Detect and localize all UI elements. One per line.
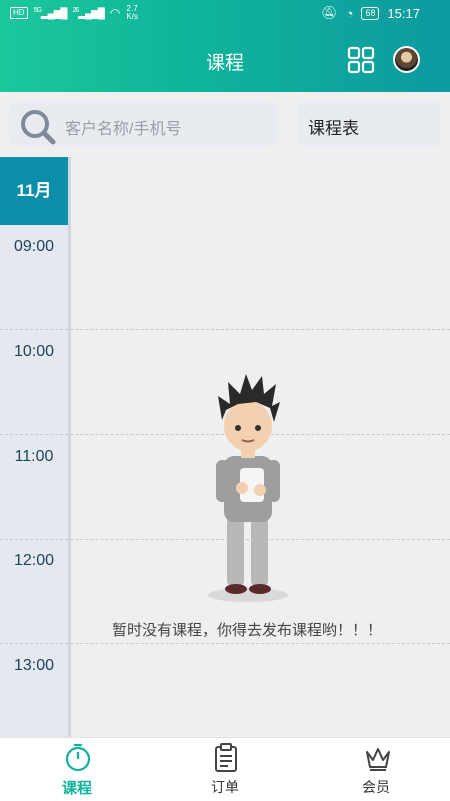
tab-label: 会员 xyxy=(362,779,390,795)
course-icon xyxy=(65,743,91,772)
signal-icon: 5G▂▄▆█ xyxy=(33,6,68,20)
order-icon xyxy=(215,743,237,772)
signal-icon-2: 26▂▄▆█ xyxy=(72,6,104,20)
schedule-button-label: 课程表 xyxy=(308,119,359,138)
time-label: 09:00 xyxy=(13,238,55,255)
hour-divider xyxy=(0,329,450,330)
status-time: 15:17 xyxy=(387,5,420,21)
tab-member[interactable]: 会员 xyxy=(326,738,426,801)
search-placeholder: 客户名称/手机号 xyxy=(65,121,182,138)
app-header: HD 5G▂▄▆█ 26▂▄▆█ ◠ 2.7 K/s 🔕︎ ◔ 68 15:17… xyxy=(0,0,450,92)
mute-bell-icon: 🔕︎ xyxy=(321,5,338,20)
empty-state-illustration xyxy=(208,374,288,602)
page-title: 课程 xyxy=(205,53,244,74)
tab-label: 课程 xyxy=(61,780,92,797)
time-label: 13:00 xyxy=(13,657,55,674)
signal-label-2: 26 xyxy=(72,6,79,14)
status-bar: HD 5G▂▄▆█ 26▂▄▆█ ◠ 2.7 K/s 🔕︎ ◔ 68 15:17 xyxy=(0,0,450,28)
tab-label: 订单 xyxy=(211,779,239,795)
avatar[interactable] xyxy=(393,46,420,73)
month-label: 11月 xyxy=(0,157,68,225)
search-input[interactable]: 客户名称/手机号 xyxy=(9,101,277,147)
hd-indicator: HD xyxy=(10,7,28,19)
bottom-tab-bar: 课程 订单 会员 xyxy=(0,737,450,801)
tab-order[interactable]: 订单 xyxy=(175,738,275,801)
tab-course[interactable]: 课程 xyxy=(27,738,127,801)
schedule-button[interactable]: 课程表 xyxy=(298,101,440,147)
empty-message: 暂时没有课程，你得去发布课程哟！！！ xyxy=(111,622,382,639)
net-speed-unit: K/s xyxy=(126,12,138,21)
time-label: 12:00 xyxy=(13,552,55,569)
grid-menu-icon[interactable] xyxy=(347,46,375,74)
speed-gauge-icon: ◔ xyxy=(345,5,354,21)
wifi-icon: ◠ xyxy=(109,6,121,20)
time-column: 11月 09:00 10:00 11:00 12:00 13:00 xyxy=(0,157,71,737)
search-icon xyxy=(21,110,56,145)
net-speed: 2.7 K/s xyxy=(126,5,138,21)
time-label: 11:00 xyxy=(14,448,54,465)
time-label: 10:00 xyxy=(13,343,55,360)
signal-label: 5G xyxy=(33,6,42,14)
member-crown-icon xyxy=(366,748,390,771)
battery-icon: 68 xyxy=(361,6,380,20)
hour-divider xyxy=(0,643,450,644)
